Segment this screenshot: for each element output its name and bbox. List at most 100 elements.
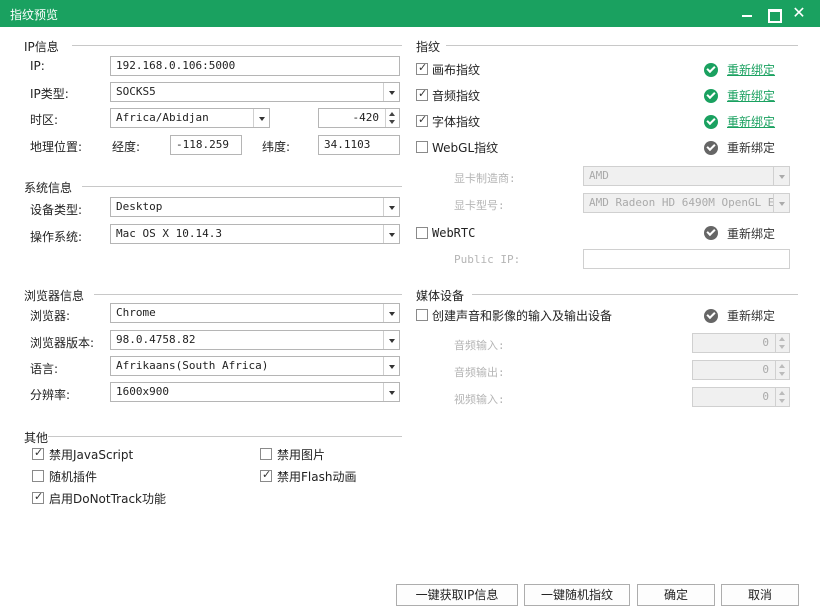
get-ip-info-button[interactable]: 一键获取IP信息 xyxy=(396,584,518,606)
language-select[interactable]: Afrikaans(South Africa) xyxy=(110,356,400,376)
device-type-label: 设备类型: xyxy=(30,203,83,217)
canvas-rebind-link[interactable]: 重新绑定 xyxy=(727,61,775,78)
create-media-devices-label: 创建声音和影像的输入及输出设备 xyxy=(432,309,613,323)
longitude-input[interactable]: -118.259 xyxy=(170,135,242,155)
window-title: 指纹预览 xyxy=(10,8,59,22)
chevron-down-icon xyxy=(383,304,399,322)
os-value: Mac OS X 10.14.3 xyxy=(116,227,222,240)
cancel-button[interactable]: 取消 xyxy=(721,584,799,606)
resolution-value: 1600x900 xyxy=(116,385,169,398)
other-section-header: 其他 xyxy=(24,431,49,445)
maximize-icon[interactable] xyxy=(762,4,784,24)
timezone-select[interactable]: Africa/Abidjan xyxy=(110,108,270,128)
browser-value: Chrome xyxy=(116,306,156,319)
close-icon[interactable]: ✕ xyxy=(788,4,810,24)
disable-images-checkbox[interactable] xyxy=(260,448,272,460)
video-input-label: 视频输入: xyxy=(454,393,505,406)
create-media-devices-checkbox[interactable] xyxy=(416,309,428,321)
timezone-label: 时区: xyxy=(30,113,59,127)
disable-images-label: 禁用图片 xyxy=(277,448,326,462)
fingerprint-section-divider xyxy=(446,45,798,46)
media-rebind-text: 重新绑定 xyxy=(727,309,776,323)
media-section-divider xyxy=(472,294,798,295)
ip-section-divider xyxy=(72,45,402,46)
canvas-fingerprint-label: 画布指纹 xyxy=(432,63,481,77)
font-fingerprint-label: 字体指纹 xyxy=(432,115,481,129)
system-section-divider xyxy=(82,186,402,187)
device-type-value: Desktop xyxy=(116,200,163,213)
disable-flash-checkbox[interactable] xyxy=(260,468,272,482)
chevron-down-icon xyxy=(383,225,399,243)
random-fingerprint-button[interactable]: 一键随机指纹 xyxy=(524,584,630,606)
gpu-vendor-value: AMD xyxy=(589,169,609,182)
audio-input-spinner[interactable]: 0 xyxy=(692,333,790,353)
timezone-offset-value: -420 xyxy=(352,111,380,124)
spinner-arrows-icon[interactable] xyxy=(775,334,789,352)
timezone-offset-spinner[interactable]: -420 xyxy=(318,108,400,128)
check-circle-icon xyxy=(704,226,718,240)
resolution-select[interactable]: 1600x900 xyxy=(110,382,400,402)
os-select[interactable]: Mac OS X 10.14.3 xyxy=(110,224,400,244)
browser-version-select[interactable]: 98.0.4758.82 xyxy=(110,330,400,350)
fingerprint-section-header: 指纹 xyxy=(416,40,441,54)
gpu-vendor-select[interactable]: AMD xyxy=(583,166,790,186)
audio-fingerprint-label: 音频指纹 xyxy=(432,89,481,103)
audio-rebind-link[interactable]: 重新绑定 xyxy=(727,87,775,104)
browser-select[interactable]: Chrome xyxy=(110,303,400,323)
ip-input[interactable]: 192.168.0.106:5000 xyxy=(110,56,400,76)
chevron-down-icon xyxy=(383,198,399,216)
browser-section-divider xyxy=(94,294,402,295)
minimize-icon[interactable] xyxy=(736,4,758,24)
gpu-model-value: AMD Radeon HD 6490M OpenGL E xyxy=(589,196,775,209)
disable-javascript-label: 禁用JavaScript xyxy=(49,448,134,462)
browser-label: 浏览器: xyxy=(30,309,71,323)
gpu-vendor-label: 显卡制造商: xyxy=(454,172,516,185)
donottrack-label: 启用DoNotTrack功能 xyxy=(49,492,167,506)
webrtc-label: WebRTC xyxy=(432,226,476,240)
webgl-fingerprint-checkbox[interactable] xyxy=(416,141,428,153)
browser-section-header: 浏览器信息 xyxy=(24,289,85,303)
gpu-model-select[interactable]: AMD Radeon HD 6490M OpenGL E xyxy=(583,193,790,213)
gpu-model-label: 显卡型号: xyxy=(454,199,505,212)
other-section-divider xyxy=(48,436,402,437)
public-ip-input[interactable] xyxy=(583,249,790,269)
font-fingerprint-checkbox[interactable] xyxy=(416,113,428,127)
canvas-fingerprint-checkbox[interactable] xyxy=(416,61,428,75)
video-input-spinner[interactable]: 0 xyxy=(692,387,790,407)
spinner-arrows-icon[interactable] xyxy=(775,361,789,379)
ok-button[interactable]: 确定 xyxy=(637,584,715,606)
webrtc-rebind-text: 重新绑定 xyxy=(727,227,776,241)
audio-output-value: 0 xyxy=(762,363,769,376)
timezone-value: Africa/Abidjan xyxy=(116,111,209,124)
font-rebind-link[interactable]: 重新绑定 xyxy=(727,113,775,130)
chevron-down-icon xyxy=(383,331,399,349)
chevron-down-icon xyxy=(383,357,399,375)
chevron-down-icon xyxy=(383,83,399,101)
audio-fingerprint-checkbox[interactable] xyxy=(416,87,428,101)
spinner-arrows-icon[interactable] xyxy=(775,388,789,406)
audio-output-spinner[interactable]: 0 xyxy=(692,360,790,380)
device-type-select[interactable]: Desktop xyxy=(110,197,400,217)
title-bar: 指纹预览 ✕ xyxy=(0,0,820,27)
check-circle-icon xyxy=(704,141,718,155)
chevron-down-icon xyxy=(773,167,789,185)
random-plugins-checkbox[interactable] xyxy=(32,470,44,482)
donottrack-checkbox[interactable] xyxy=(32,490,44,504)
chevron-down-icon xyxy=(773,194,789,212)
os-label: 操作系统: xyxy=(30,230,83,244)
ip-type-select[interactable]: SOCKS5 xyxy=(110,82,400,102)
ip-label: IP: xyxy=(30,59,45,73)
media-section-header: 媒体设备 xyxy=(416,289,465,303)
audio-input-value: 0 xyxy=(762,336,769,349)
language-label: 语言: xyxy=(30,362,59,376)
spinner-arrows-icon[interactable] xyxy=(385,109,399,127)
latitude-label: 纬度: xyxy=(262,140,291,154)
chevron-down-icon xyxy=(253,109,269,127)
public-ip-label: Public IP: xyxy=(454,253,521,266)
check-circle-icon xyxy=(704,115,718,129)
disable-javascript-checkbox[interactable] xyxy=(32,446,44,460)
webrtc-checkbox[interactable] xyxy=(416,227,428,239)
check-circle-icon xyxy=(704,89,718,103)
webgl-rebind-text: 重新绑定 xyxy=(727,141,776,155)
latitude-input[interactable]: 34.1103 xyxy=(318,135,400,155)
